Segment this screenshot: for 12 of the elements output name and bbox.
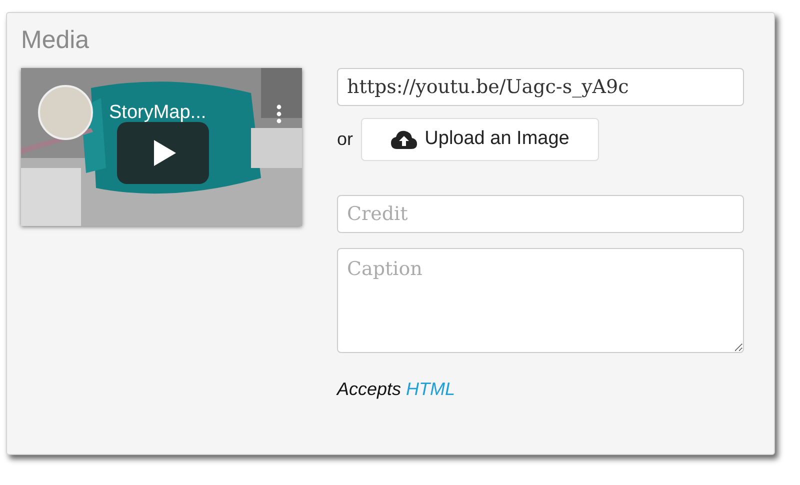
url-field[interactable]: https://youtu.be/Uagc-s_yA9c [337,68,744,106]
play-icon[interactable] [117,122,209,184]
cloud-upload-icon [390,130,417,150]
html-note: Accepts HTML [337,378,456,401]
upload-button[interactable]: Upload an Image [361,118,600,161]
panel-title: Media [21,25,90,55]
credit-field[interactable]: Credit [337,195,744,233]
more-icon[interactable] [276,104,282,124]
video-title: StoryMap... [109,102,206,124]
caption-field[interactable]: Caption [337,248,744,353]
video-player[interactable]: StoryMap... [21,68,302,226]
or-label: or [337,128,354,151]
